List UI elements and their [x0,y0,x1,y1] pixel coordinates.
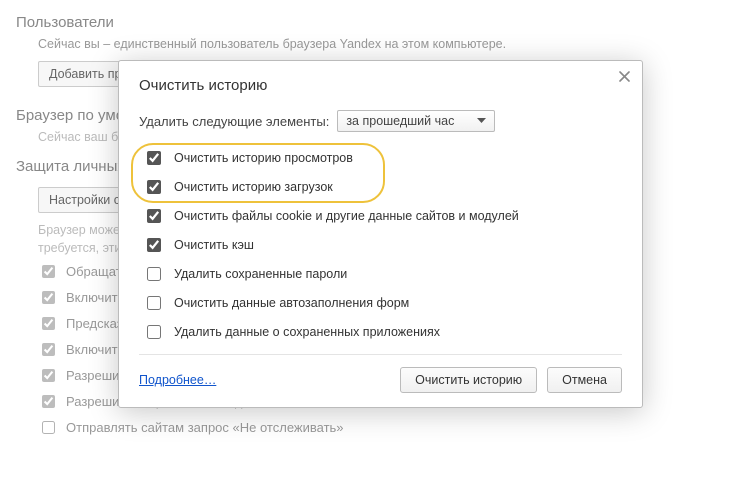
dialog-actions: Очистить историю Отмена [400,367,622,393]
option-row: Удалить данные о сохраненных приложениях [143,322,622,342]
option-checkbox[interactable] [147,238,161,252]
dialog-title: Очистить историю [139,77,622,94]
option-row: Очистить историю просмотров [143,148,622,168]
users-desc: Сейчас вы – единственный пользователь бр… [38,37,717,51]
bg-checkbox[interactable] [42,317,55,330]
option-checkbox[interactable] [147,180,161,194]
option-row: Очистить кэш [143,235,622,255]
option-checkbox[interactable] [147,267,161,281]
period-row: Удалить следующие элементы: за прошедший… [139,110,622,132]
more-link[interactable]: Подробнее… [139,373,216,387]
option-checkbox[interactable] [147,209,161,223]
close-icon[interactable] [619,71,630,82]
option-row: Очистить файлы cookie и другие данные са… [143,206,622,226]
bg-option-row: Отправлять сайтам запрос «Не отслеживать… [38,418,717,437]
dialog-footer: Подробнее… Очистить историю Отмена [139,354,622,393]
option-label: Удалить данные о сохраненных приложениях [174,325,440,339]
option-row: Удалить сохраненные пароли [143,264,622,284]
option-label: Удалить сохраненные пароли [174,267,347,281]
bg-checkbox[interactable] [42,369,55,382]
option-row: Очистить историю загрузок [143,177,622,197]
option-label: Очистить данные автозаполнения форм [174,296,409,310]
bg-checkbox[interactable] [42,265,55,278]
bg-checkbox[interactable] [42,395,55,408]
bg-checkbox[interactable] [42,343,55,356]
period-select[interactable]: за прошедший час [337,110,495,132]
option-label: Очистить файлы cookie и другие данные са… [174,209,519,223]
option-label: Очистить кэш [174,238,254,252]
option-checkbox[interactable] [147,325,161,339]
bg-option-label: Отправлять сайтам запрос «Не отслеживать… [66,420,344,435]
users-heading: Пользователи [16,14,717,31]
option-label: Очистить историю загрузок [174,180,333,194]
cancel-button[interactable]: Отмена [547,367,622,393]
bg-checkbox[interactable] [42,291,55,304]
period-selected-value: за прошедший час [346,114,454,128]
option-checkbox[interactable] [147,151,161,165]
bg-checkbox[interactable] [42,421,55,434]
option-checkbox[interactable] [147,296,161,310]
option-label: Очистить историю просмотров [174,151,353,165]
delete-label: Удалить следующие элементы: [139,114,329,129]
option-row: Очистить данные автозаполнения форм [143,293,622,313]
options-group: Очистить историю просмотров Очистить ист… [139,148,622,342]
clear-history-dialog: Очистить историю Удалить следующие элеме… [118,60,643,408]
chevron-down-icon [477,118,486,124]
confirm-button[interactable]: Очистить историю [400,367,537,393]
